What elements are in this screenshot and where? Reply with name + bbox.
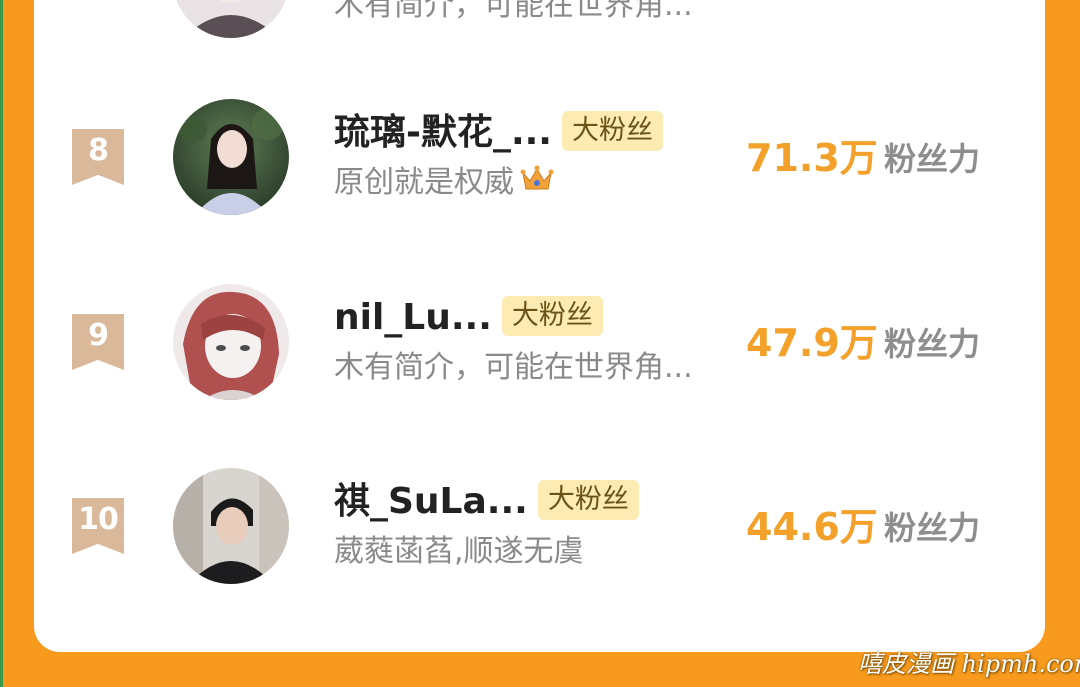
avatar-illustration (173, 0, 289, 38)
fan-power-label: 粉丝力 (884, 140, 981, 178)
rank-ribbon: 10 (72, 498, 124, 554)
user-bio-text: 原创就是权威 (334, 165, 514, 200)
avatar-photo (173, 468, 289, 584)
avatar[interactable] (173, 468, 289, 584)
site-watermark: 嘻皮漫画 hipmh.com (858, 650, 1080, 678)
username-text[interactable]: 琉璃-默花_... (334, 112, 552, 153)
ranking-card: 木有简介，可能在世界角... 8 琉璃-默花_... 大粉丝 原创就是权威 71… (34, 0, 1045, 652)
fan-power-label: 粉丝力 (884, 509, 981, 547)
fan-power-score: 71.3万 (746, 136, 878, 180)
username-text[interactable]: nil_Lu... (334, 297, 492, 338)
avatar[interactable] (173, 284, 289, 400)
ranking-row-partial[interactable]: 木有简介，可能在世界角... (34, 0, 1045, 52)
rank-number: 8 (88, 133, 109, 168)
left-edge-strip (0, 0, 3, 687)
fan-power-label: 粉丝力 (884, 325, 981, 363)
rank-ribbon: 9 (72, 314, 124, 370)
avatar[interactable] (173, 99, 289, 215)
username[interactable]: 祺_SuLa... 大粉丝 (334, 480, 639, 524)
fan-level-badge: 大粉丝 (537, 480, 639, 520)
user-bio: 木有简介，可能在世界角... (334, 0, 693, 23)
user-bio: 葳蕤菡萏,顺遂无虞 (334, 534, 584, 569)
rank-ribbon: 8 (72, 129, 124, 185)
avatar-photo (173, 99, 289, 215)
rank-number: 9 (88, 318, 109, 353)
rank-number: 10 (78, 502, 119, 537)
fan-power-score: 44.6万 (746, 505, 878, 549)
fan-power-score: 47.9万 (746, 321, 878, 365)
ranking-row[interactable]: 8 琉璃-默花_... 大粉丝 原创就是权威 71.3万 粉丝力 (34, 99, 1045, 229)
username[interactable]: nil_Lu... 大粉丝 (334, 296, 603, 340)
username[interactable]: 琉璃-默花_... 大粉丝 (334, 111, 663, 155)
avatar-illustration (173, 284, 289, 400)
username-text[interactable]: 祺_SuLa... (334, 481, 528, 522)
ranking-row[interactable]: 10 祺_SuLa... 大粉丝 葳蕤菡萏,顺遂无虞 44.6万 粉丝力 (34, 468, 1045, 598)
avatar[interactable] (173, 0, 289, 38)
ranking-row[interactable]: 9 nil_Lu... 大粉丝 木有简介，可能在世界角... 47.9万 粉丝力 (34, 284, 1045, 414)
fan-level-badge: 大粉丝 (501, 296, 603, 336)
crown-icon (520, 164, 554, 204)
user-bio: 木有简介，可能在世界角... (334, 350, 693, 385)
fan-level-badge: 大粉丝 (561, 111, 663, 151)
user-bio: 原创就是权威 (334, 163, 554, 204)
